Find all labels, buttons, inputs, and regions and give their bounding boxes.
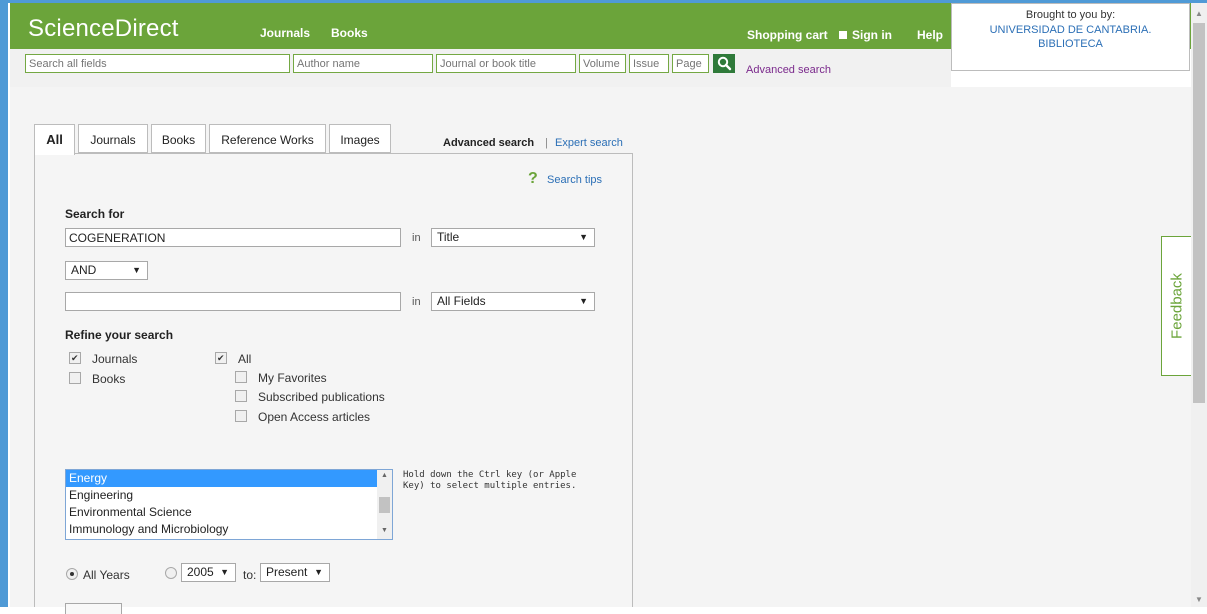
my-favorites-checkbox[interactable]: My Favorites (235, 371, 327, 385)
field-select-1[interactable]: Title ▼ (431, 228, 595, 247)
quick-search-button[interactable] (713, 54, 735, 73)
subject-area-listbox[interactable]: Energy Engineering Environmental Science… (65, 469, 393, 540)
my-favorites-label: My Favorites (258, 371, 327, 385)
to-label: to: (243, 568, 257, 582)
tab-books[interactable]: Books (151, 124, 206, 153)
scroll-down-arrow-icon[interactable]: ▼ (381, 527, 388, 534)
page-scrollbar[interactable]: ▲ ▼ (1191, 3, 1207, 607)
checkbox-icon (235, 410, 247, 422)
institution-name-link[interactable]: UNIVERSIDAD DE CANTABRIA. BIBLIOTECA (986, 23, 1156, 51)
books-checkbox-label: Books (92, 372, 126, 386)
question-icon: ? (528, 170, 538, 187)
subject-option[interactable]: Engineering (66, 487, 392, 504)
tab-reference-works[interactable]: Reference Works (209, 124, 326, 153)
window-frame-left (0, 0, 8, 607)
to-year-value: Present (266, 565, 308, 579)
feedback-tab[interactable]: Feedback (1161, 236, 1191, 376)
listbox-scrollbar[interactable]: ▲ ▼ (377, 470, 392, 539)
field-select-1-value: Title (437, 230, 460, 244)
listbox-scroll-thumb[interactable] (379, 497, 390, 513)
expert-search-link[interactable]: Expert search (555, 137, 623, 149)
sign-in-link[interactable]: Sign in (839, 28, 892, 42)
dropdown-arrow-icon: ▼ (579, 296, 588, 306)
nav-journals-link[interactable]: Journals (260, 26, 310, 40)
checkbox-icon (235, 371, 247, 383)
subscribed-publications-checkbox[interactable]: Subscribed publications (235, 390, 385, 404)
tab-journals[interactable]: Journals (78, 124, 148, 153)
books-checkbox[interactable]: Books (69, 372, 125, 386)
help-link[interactable]: Help (917, 28, 943, 42)
advanced-search-link[interactable]: Advanced search (746, 64, 831, 76)
brought-to-you-label: Brought to you by: (1025, 9, 1116, 21)
all-checkbox[interactable]: All (215, 352, 251, 366)
field-select-2[interactable]: All Fields ▼ (431, 292, 595, 311)
from-year-value: 2005 (187, 565, 214, 579)
in-label-2: in (412, 296, 421, 308)
institution-box: Brought to you by: UNIVERSIDAD DE CANTAB… (951, 3, 1190, 71)
all-years-label: All Years (83, 568, 130, 582)
radio-selected-icon (66, 568, 78, 580)
field-select-2-value: All Fields (437, 294, 486, 308)
open-access-label: Open Access articles (258, 410, 371, 424)
search-term-1-input[interactable] (65, 228, 401, 247)
scroll-down-arrow-icon[interactable]: ▼ (1195, 595, 1203, 604)
page-input[interactable] (672, 54, 709, 73)
boolean-operator-select[interactable]: AND ▼ (65, 261, 148, 280)
shopping-cart-link[interactable]: Shopping cart (747, 28, 828, 42)
page-scroll-thumb[interactable] (1193, 23, 1205, 403)
dropdown-arrow-icon: ▼ (220, 567, 229, 577)
mode-separator: | (545, 137, 548, 149)
search-for-label: Search for (65, 207, 125, 221)
year-range-radio[interactable] (165, 567, 177, 579)
volume-input[interactable] (579, 54, 626, 73)
advanced-search-mode-label: Advanced search (443, 137, 535, 149)
scroll-up-arrow-icon[interactable]: ▲ (1195, 9, 1203, 18)
open-access-checkbox[interactable]: Open Access articles (235, 410, 370, 424)
to-year-select[interactable]: Present ▼ (260, 563, 330, 582)
sign-in-icon (839, 31, 847, 39)
journals-checkbox-label: Journals (92, 352, 138, 366)
sciencedirect-logo[interactable]: ScienceDirect (28, 15, 179, 43)
subject-option[interactable]: Immunology and Microbiology (66, 521, 392, 538)
issue-input[interactable] (629, 54, 669, 73)
scroll-up-arrow-icon[interactable]: ▲ (381, 472, 388, 479)
checkbox-checked-icon (69, 352, 81, 364)
nav-books-link[interactable]: Books (331, 26, 368, 40)
all-years-radio[interactable]: All Years (66, 568, 130, 582)
search-all-fields-input[interactable] (25, 54, 290, 73)
search-submit-button[interactable] (65, 603, 122, 614)
search-tips-link[interactable]: ? Search tips (528, 170, 602, 188)
checkbox-icon (235, 390, 247, 402)
dropdown-arrow-icon: ▼ (579, 232, 588, 242)
multi-select-hint: Hold down the Ctrl key (or Apple Key) to… (403, 470, 577, 491)
search-icon (717, 56, 732, 71)
checkbox-icon (69, 372, 81, 384)
tab-all[interactable]: All (34, 124, 75, 155)
in-label-1: in (412, 232, 421, 244)
from-year-select[interactable]: 2005 ▼ (181, 563, 236, 582)
journals-checkbox[interactable]: Journals (69, 352, 137, 366)
quick-search-bar: Advanced search (10, 49, 951, 87)
dropdown-arrow-icon: ▼ (132, 265, 141, 275)
all-checkbox-label: All (238, 352, 252, 366)
author-name-input[interactable] (293, 54, 433, 73)
boolean-operator-value: AND (71, 263, 97, 277)
tab-images[interactable]: Images (329, 124, 391, 153)
feedback-label: Feedback (1168, 273, 1185, 339)
subject-option[interactable]: Energy (66, 470, 392, 487)
refine-search-label: Refine your search (65, 328, 174, 342)
journal-title-input[interactable] (436, 54, 576, 73)
search-tips-label: Search tips (547, 174, 603, 186)
dropdown-arrow-icon: ▼ (314, 567, 323, 577)
search-term-2-input[interactable] (65, 292, 401, 311)
sign-in-label: Sign in (852, 28, 892, 42)
subscribed-publications-label: Subscribed publications (258, 390, 385, 404)
checkbox-checked-icon (215, 352, 227, 364)
subject-option[interactable]: Environmental Science (66, 504, 392, 521)
